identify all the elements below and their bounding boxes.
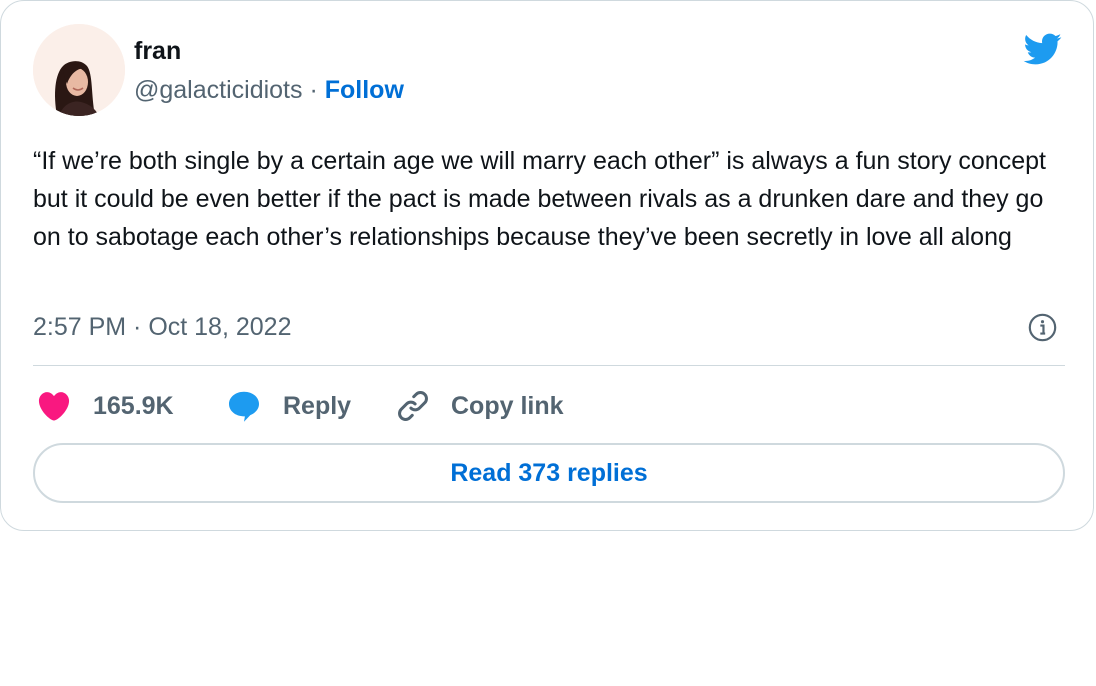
- avatar-image: [33, 24, 125, 116]
- like-count: 165.9K: [93, 392, 174, 420]
- read-replies-label: Read 373 replies: [450, 458, 648, 487]
- like-button[interactable]: 165.9K: [35, 386, 174, 426]
- reply-label: Reply: [283, 392, 352, 420]
- follow-link[interactable]: Follow: [325, 76, 404, 104]
- info-icon[interactable]: [1028, 313, 1057, 342]
- tweet-card: fran @galacticidiots · Follow “If we’re …: [0, 0, 1094, 531]
- twitter-bird-icon[interactable]: [1019, 29, 1065, 69]
- read-replies-button[interactable]: Read 373 replies: [33, 443, 1065, 503]
- link-icon: [398, 391, 428, 421]
- speech-bubble-icon: [229, 391, 259, 422]
- tweet-timestamp[interactable]: 2:57 PM · Oct 18, 2022: [33, 310, 291, 344]
- separator-dot: ·: [309, 76, 318, 104]
- reply-button[interactable]: Reply: [225, 386, 351, 426]
- author-handle[interactable]: @galacticidiots: [134, 76, 303, 104]
- author-handle-line: @galacticidiots · Follow: [134, 73, 404, 107]
- author-name[interactable]: fran: [134, 35, 181, 67]
- copy-link-button[interactable]: Copy link: [395, 386, 564, 426]
- heart-icon: [38, 392, 70, 421]
- copy-link-label: Copy link: [451, 392, 564, 420]
- avatar[interactable]: [33, 24, 125, 116]
- tweet-text: “If we’re both single by a certain age w…: [33, 147, 1046, 251]
- divider: [33, 365, 1065, 366]
